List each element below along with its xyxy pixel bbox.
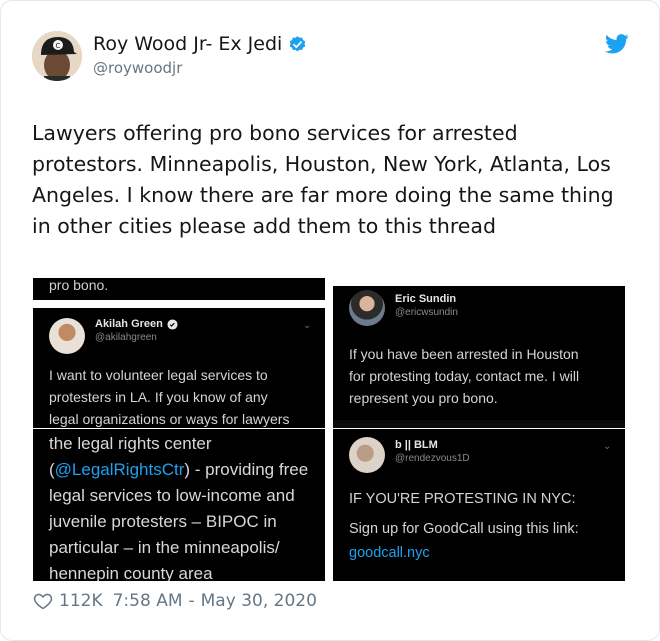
- twitter-bird-icon[interactable]: [605, 33, 629, 55]
- author-handle[interactable]: @roywoodjr: [93, 59, 182, 77]
- eric-handle: @ericwsundin: [395, 307, 458, 318]
- media-divider-strip: [333, 420, 625, 428]
- author-display-name[interactable]: Roy Wood Jr- Ex Jedi: [93, 33, 282, 55]
- tweet-date[interactable]: May 30, 2020: [201, 591, 317, 611]
- media-image-akilah[interactable]: Akilah Green @akilahgreen ⌄ I want to vo…: [33, 308, 325, 428]
- author-name[interactable]: Roy Wood Jr- Ex Jedi: [93, 33, 307, 55]
- blm-tweet-body: IF YOU'RE PROTESTING IN NYC: Sign up for…: [349, 487, 619, 565]
- eric-name: Eric Sundin: [395, 293, 457, 305]
- author-avatar[interactable]: C: [32, 31, 82, 81]
- blm-avatar: [349, 437, 385, 473]
- verified-badge-icon: [290, 35, 306, 51]
- heart-icon[interactable]: [33, 591, 53, 611]
- time-date-separator: -: [188, 591, 195, 611]
- media-image-blm[interactable]: b || BLM @rendezvous1D ⌄ IF YOU'RE PROTE…: [333, 429, 625, 581]
- legal-rights-text: the legal rights center (@LegalRightsCtr…: [49, 434, 309, 581]
- blm-name: b || BLM: [395, 439, 438, 451]
- akilah-name: Akilah Green: [95, 318, 178, 330]
- chevron-down-icon: ⌄: [303, 320, 312, 331]
- blm-handle: @rendezvous1D: [395, 453, 470, 464]
- tweet-footer: 112K 7:58 AM - May 30, 2020: [33, 591, 317, 611]
- akilah-handle: @akilahgreen: [95, 332, 157, 343]
- tweet-card: C Roy Wood Jr- Ex Jedi @roywoodjr Lawyer…: [0, 0, 660, 641]
- verified-badge-icon: [167, 318, 178, 330]
- like-count[interactable]: 112K: [59, 591, 103, 611]
- eric-avatar: [349, 290, 385, 326]
- svg-text:C: C: [56, 42, 61, 50]
- tweet-time[interactable]: 7:58 AM: [113, 591, 183, 611]
- akilah-tweet-body: I want to volunteer legal services to pr…: [49, 367, 290, 427]
- media-image-eric[interactable]: Eric Sundin @ericwsundin If you have bee…: [333, 286, 625, 422]
- chevron-down-icon: ⌄: [603, 441, 612, 452]
- media-grid[interactable]: pro bono. Akilah Green @akilahgreen ⌄ I …: [33, 278, 625, 581]
- goodcall-link[interactable]: goodcall.nyc: [349, 541, 619, 565]
- legal-rights-link[interactable]: @LegalRightsCtr: [55, 460, 185, 479]
- eric-tweet-body: If you have been arrested in Houston for…: [349, 346, 580, 406]
- akilah-avatar: [49, 318, 85, 354]
- media-image-legal-rights[interactable]: the legal rights center (@LegalRightsCtr…: [33, 429, 325, 581]
- tweet-text: Lawyers offering pro bono services for a…: [32, 121, 614, 238]
- cropped-text: pro bono.: [49, 278, 109, 293]
- media-image-top-left-crop[interactable]: pro bono.: [33, 278, 325, 300]
